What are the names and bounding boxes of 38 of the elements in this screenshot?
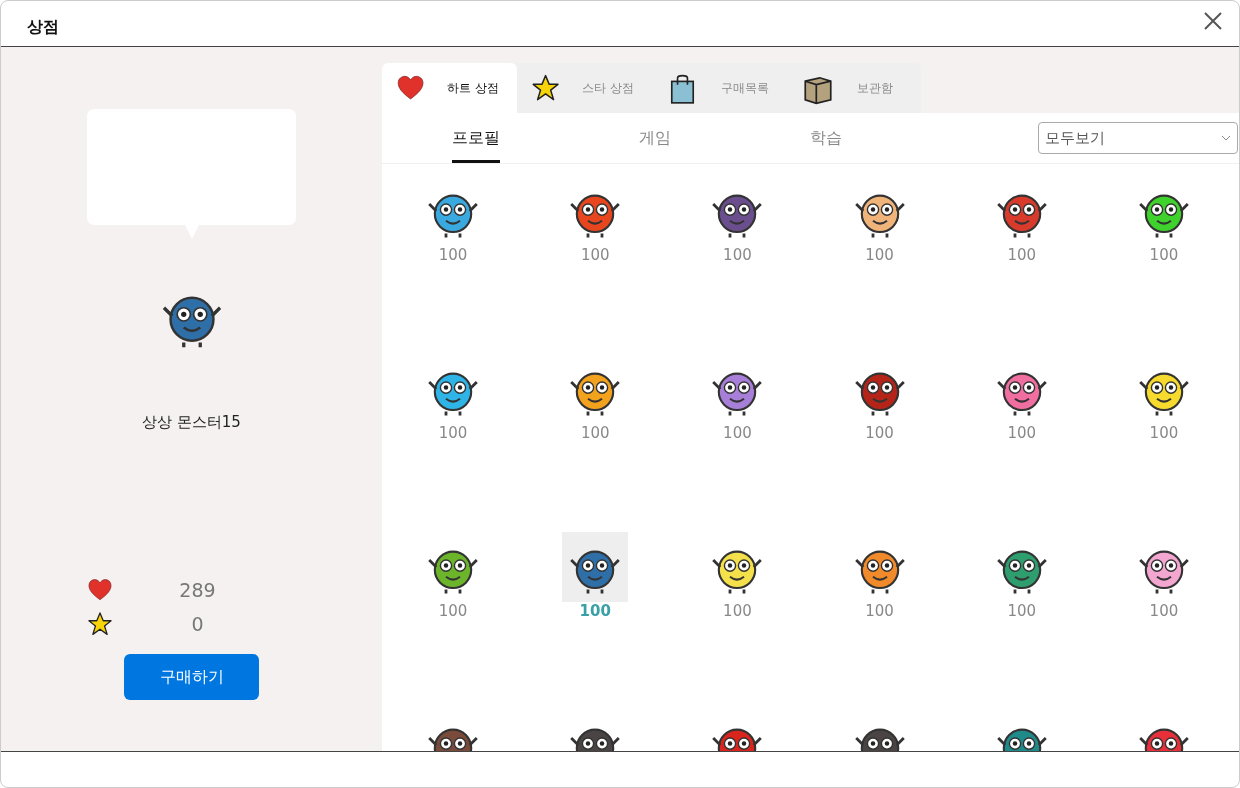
price-label: 100 [1007,246,1037,264]
price-label: 100 [1149,602,1179,620]
price-label: 100 [1149,246,1179,264]
price-label: 100 [580,424,610,442]
price-label: 100 [579,602,611,620]
tab-label: 하트 상점 [447,79,499,97]
price-label: 100 [723,424,752,442]
heart-icon [86,577,113,603]
item-name: 상상 몬스터15 [142,413,241,432]
category-tab[interactable]: 게임 [639,113,671,163]
tab-label: 보관함 [857,79,893,97]
price-label: 100 [438,602,468,620]
shop-tab[interactable]: 구매목록 [652,63,787,113]
price-label: 100 [1007,424,1037,442]
price-label: 100 [1149,424,1179,442]
heart-count: 289 [178,579,217,601]
price-label: 100 [580,246,610,264]
filter-dropdown[interactable]: 모두보기 [1038,122,1238,154]
caret-icon [1221,135,1231,141]
price-label: 100 [438,246,468,264]
price-label: 100 [438,424,468,442]
star-count: 0 [190,613,205,635]
shop-tab[interactable]: 스타 상점 [517,63,652,113]
buy-button[interactable]: 구매하기 [124,654,259,700]
tab-label: 구매목록 [721,79,769,97]
price-label: 100 [1007,602,1037,620]
price-label: 100 [865,424,894,442]
price-label: 100 [723,246,752,264]
window-title: 상점 [27,17,59,38]
shop-tab[interactable]: 보관함 [787,63,921,113]
price-label: 100 [723,602,752,620]
shop-item[interactable] [562,532,629,602]
price-label: 100 [865,246,894,264]
price-label: 100 [865,602,894,620]
category-tab[interactable]: 학습 [810,113,842,163]
tab-label: 스타 상점 [582,79,634,97]
star-icon [86,611,113,637]
shop-tab[interactable]: 하트 상점 [382,63,517,113]
